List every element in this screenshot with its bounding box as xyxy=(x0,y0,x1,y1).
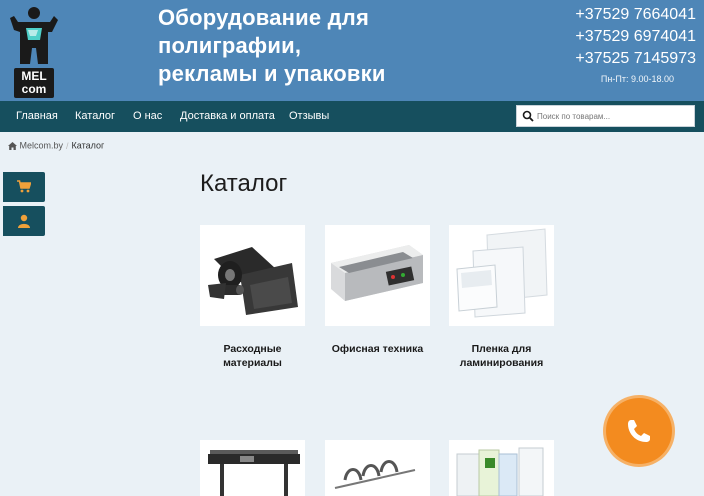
cart-button[interactable] xyxy=(3,172,45,202)
category-image-laminating-film[interactable] xyxy=(449,225,554,326)
logo-figure-icon xyxy=(10,7,58,64)
category-image-binding[interactable] xyxy=(325,440,430,496)
category-label[interactable]: Расходные материалы xyxy=(200,342,305,370)
logo-wordmark: MEL com xyxy=(14,68,54,98)
search-input[interactable] xyxy=(537,108,692,124)
category-card-laminating-film[interactable]: Пленка для ламинирования xyxy=(449,225,554,370)
category-card-office-equipment[interactable]: Офисная техника xyxy=(325,225,430,356)
phone-1[interactable]: +37529 7664041 xyxy=(575,4,696,26)
breadcrumb-separator: / xyxy=(66,140,69,151)
nav-item-home[interactable]: Главная xyxy=(16,101,58,132)
breadcrumb: Melcom.by / Каталог xyxy=(8,140,104,151)
category-label[interactable]: Офисная техника xyxy=(325,342,430,356)
call-button[interactable] xyxy=(606,398,672,464)
category-image-consumables[interactable] xyxy=(200,225,305,326)
phone-icon xyxy=(628,420,650,442)
category-image-plotter[interactable] xyxy=(200,440,305,496)
site-headline: Оборудование для полиграфии, рекламы и у… xyxy=(158,4,386,88)
headline-line-3: рекламы и упаковки xyxy=(158,61,386,86)
site-header: MEL com Оборудование для полиграфии, рек… xyxy=(0,0,704,101)
home-icon[interactable] xyxy=(8,141,17,150)
phone-3[interactable]: +37525 7145973 xyxy=(575,48,696,70)
working-hours: Пн-Пт: 9.00-18.00 xyxy=(600,74,674,84)
category-card-binding[interactable] xyxy=(325,440,430,496)
category-card-sublimation[interactable] xyxy=(449,440,554,496)
category-image-sublimation[interactable] xyxy=(449,440,554,496)
nav-item-reviews[interactable]: Отзывы xyxy=(289,101,329,132)
contact-phones: +37529 7664041 +37529 6974041 +37525 714… xyxy=(575,4,696,86)
headline-line-2: полиграфии, xyxy=(158,33,302,58)
category-label[interactable]: Пленка для ламинирования xyxy=(449,342,554,370)
phone-2[interactable]: +37529 6974041 xyxy=(575,26,696,48)
nav-item-delivery[interactable]: Доставка и оплата xyxy=(180,101,275,132)
nav-item-about[interactable]: О нас xyxy=(133,101,162,132)
headline-line-1: Оборудование для xyxy=(158,5,369,30)
category-card-consumables[interactable]: Расходные материалы xyxy=(200,225,305,370)
breadcrumb-current: Каталог xyxy=(71,140,105,151)
nav-item-catalog[interactable]: Каталог xyxy=(75,101,115,132)
search-box[interactable] xyxy=(516,105,695,127)
cart-icon xyxy=(17,180,31,193)
breadcrumb-home[interactable]: Melcom.by xyxy=(20,141,64,151)
category-card-plotter[interactable] xyxy=(200,440,305,496)
category-image-office-equipment[interactable] xyxy=(325,225,430,326)
user-icon xyxy=(18,214,30,228)
page-title: Каталог xyxy=(200,170,288,197)
search-icon[interactable] xyxy=(522,110,534,122)
account-button[interactable] xyxy=(3,206,45,236)
